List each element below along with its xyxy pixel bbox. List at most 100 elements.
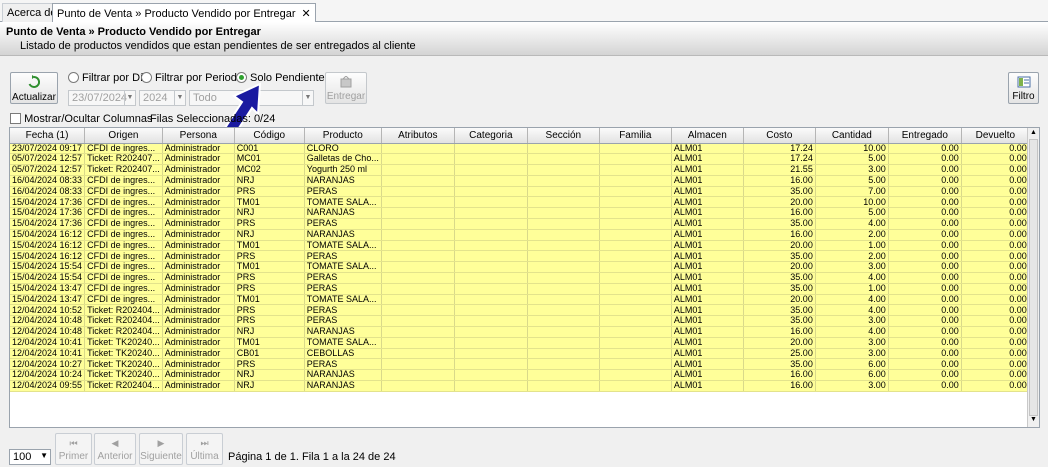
table-row[interactable]: 12/04/2024 10:41 Ticket: TK20240... Admini… [10, 348, 1030, 360]
table-row[interactable]: 16/04/2024 08:33 CFDI de ingres... Adminis… [10, 175, 1030, 187]
table-row[interactable]: 12/04/2024 10:52 Ticket: R202404... Admini… [10, 304, 1030, 317]
page-title: Punto de Venta » Producto Vendido por En… [6, 26, 261, 38]
table-cell: 16/04/2024 08:33 [10, 175, 86, 187]
table-cell: NRJ [234, 175, 305, 187]
column-header[interactable]: Origen [84, 128, 163, 144]
table-cell: ALM01 [671, 207, 744, 220]
table-row[interactable]: 12/04/2024 10:48 Ticket: R202404... Admini… [10, 315, 1030, 328]
scroll-down-icon[interactable]: ▼ [1029, 416, 1038, 426]
table-cell [527, 261, 600, 274]
table-cell: 15/04/2024 16:12 [10, 229, 86, 241]
table-cell: 05/07/2024 12:57 [10, 153, 86, 166]
table-cell: 15/04/2024 13:47 [10, 283, 86, 295]
column-header[interactable]: Código [234, 128, 305, 144]
prev-page-button[interactable]: ◀ Anterior [94, 433, 136, 465]
table-cell [454, 272, 528, 284]
table-cell: 0.00 [961, 196, 1030, 209]
table-cell: 0.00 [888, 261, 962, 274]
table-cell [381, 326, 455, 338]
tab-producto-vendido[interactable]: Punto de Venta » Producto Vendido por En… [52, 3, 316, 23]
table-cell: 12/04/2024 10:41 [10, 337, 86, 349]
scroll-up-icon[interactable]: ▲ [1029, 129, 1038, 139]
table-row[interactable]: 16/04/2024 08:33 CFDI de ingres... Adminis… [10, 186, 1030, 198]
table-row[interactable]: 12/04/2024 09:55 Ticket: R202404... Admini… [10, 380, 1030, 392]
table-cell: 16.00 [743, 175, 816, 187]
column-header[interactable]: Almacen [671, 128, 744, 144]
table-row[interactable]: 12/04/2024 10:27 Ticket: TK20240... Admini… [10, 358, 1030, 371]
column-header[interactable]: Entregado [888, 128, 962, 144]
table-cell: CFDI de ingres... [84, 218, 163, 230]
table-row[interactable]: 15/04/2024 17:36 CFDI de ingres... Adminis… [10, 218, 1030, 230]
table-cell: ALM01 [671, 358, 744, 371]
year-select[interactable]: 2024 ▼ [139, 90, 186, 106]
table-cell: ALM01 [671, 250, 744, 263]
products-grid[interactable]: Fecha (1) Origen Persona Código Producto Atri… [9, 127, 1040, 428]
table-cell [454, 229, 528, 241]
chevron-down-icon[interactable]: ▼ [40, 451, 48, 460]
last-page-button[interactable]: ⏭ Última [186, 433, 223, 465]
table-cell: ALM01 [671, 229, 744, 241]
table-cell: 16.00 [743, 369, 816, 382]
table-cell [599, 196, 672, 209]
toggle-columns-checkbox[interactable]: Mostrar/Ocultar Columnas [10, 113, 152, 125]
table-row[interactable]: 05/07/2024 12:57 Ticket: R202407... Admini… [10, 153, 1030, 166]
chevron-down-icon[interactable]: ▼ [174, 91, 185, 105]
close-icon[interactable]: ✕ [302, 8, 311, 20]
table-cell: PRS [234, 304, 305, 317]
refresh-button[interactable]: Actualizar [10, 72, 58, 104]
chevron-down-icon[interactable]: ▼ [302, 91, 313, 105]
table-row[interactable]: 15/04/2024 16:12 CFDI de ingres... Adminis… [10, 240, 1030, 252]
column-header[interactable]: Producto [304, 128, 382, 144]
deliver-label: Entregar [326, 91, 366, 102]
column-header[interactable]: Fecha (1) [10, 128, 86, 144]
column-header[interactable]: Atributos [381, 128, 455, 144]
table-cell: 35.00 [743, 272, 816, 284]
table-cell: 20.00 [743, 240, 816, 252]
column-header[interactable]: Sección [527, 128, 600, 144]
filter-button[interactable]: Filtro [1008, 72, 1039, 104]
table-row[interactable]: 15/04/2024 13:47 CFDI de ingres... Adminis… [10, 283, 1030, 295]
table-row[interactable]: 12/04/2024 10:41 Ticket: TK20240... Admini… [10, 337, 1030, 349]
table-row[interactable]: 15/04/2024 17:36 CFDI de ingres... Adminis… [10, 196, 1030, 209]
page-size-select[interactable]: 100 ▼ [9, 449, 51, 465]
table-cell [527, 380, 600, 392]
table-cell: ALM01 [671, 304, 744, 317]
table-cell [527, 315, 600, 328]
table-row[interactable]: 12/04/2024 10:24 Ticket: TK20240... Admini… [10, 369, 1030, 382]
table-row[interactable]: 15/04/2024 17:36 CFDI de ingres... Adminis… [10, 207, 1030, 220]
table-cell: CFDI de ingres... [84, 272, 163, 284]
table-row[interactable]: 23/07/2024 09:17 CFDI de ingres... Adminis… [10, 143, 1030, 155]
column-header[interactable]: Familia [599, 128, 672, 144]
table-row[interactable]: 15/04/2024 13:47 CFDI de ingres... Adminis… [10, 294, 1030, 306]
vertical-scrollbar[interactable]: ▲ ▼ [1027, 128, 1039, 427]
table-row[interactable]: 15/04/2024 16:12 CFDI de ingres... Adminis… [10, 229, 1030, 241]
table-cell: NARANJAS [304, 369, 382, 382]
first-page-button[interactable]: ⏮ Primer [55, 433, 92, 465]
column-header[interactable]: Cantidad [815, 128, 889, 144]
column-header[interactable]: Categoria [454, 128, 528, 144]
table-cell [527, 326, 600, 338]
column-header[interactable]: Persona [162, 128, 235, 144]
table-row[interactable]: 15/04/2024 15:54 CFDI de ingres... Adminis… [10, 272, 1030, 284]
table-cell: 0.00 [961, 304, 1030, 317]
table-row[interactable]: 05/07/2024 12:57 Ticket: R202407... Admini… [10, 164, 1030, 176]
table-cell: ALM01 [671, 186, 744, 198]
table-cell: ALM01 [671, 218, 744, 230]
column-header[interactable]: Devuelto [961, 128, 1030, 144]
table-cell: Administrador [162, 186, 235, 198]
filter-day-radio[interactable]: Filtrar por Día [68, 72, 149, 84]
table-row[interactable]: 15/04/2024 16:12 CFDI de ingres... Adminis… [10, 250, 1030, 263]
deliver-button[interactable]: Entregar [325, 72, 367, 104]
chevron-down-icon[interactable]: ▼ [124, 91, 135, 105]
page-header: Punto de Venta » Producto Vendido por En… [0, 22, 1048, 56]
table-row[interactable]: 12/04/2024 10:48 Ticket: R202404... Admini… [10, 326, 1030, 338]
next-page-button[interactable]: ▶ Siguiente [139, 433, 183, 465]
date-field[interactable]: 23/07/2024 ▼ [68, 90, 136, 106]
table-cell: Ticket: R202404... [84, 380, 163, 392]
column-header[interactable]: Costo [743, 128, 816, 144]
deliver-icon [340, 75, 352, 88]
table-row[interactable]: 15/04/2024 15:54 CFDI de ingres... Adminis… [10, 261, 1030, 274]
scroll-thumb[interactable] [1029, 139, 1038, 416]
table-cell: Administrador [162, 326, 235, 338]
table-cell [599, 369, 672, 382]
